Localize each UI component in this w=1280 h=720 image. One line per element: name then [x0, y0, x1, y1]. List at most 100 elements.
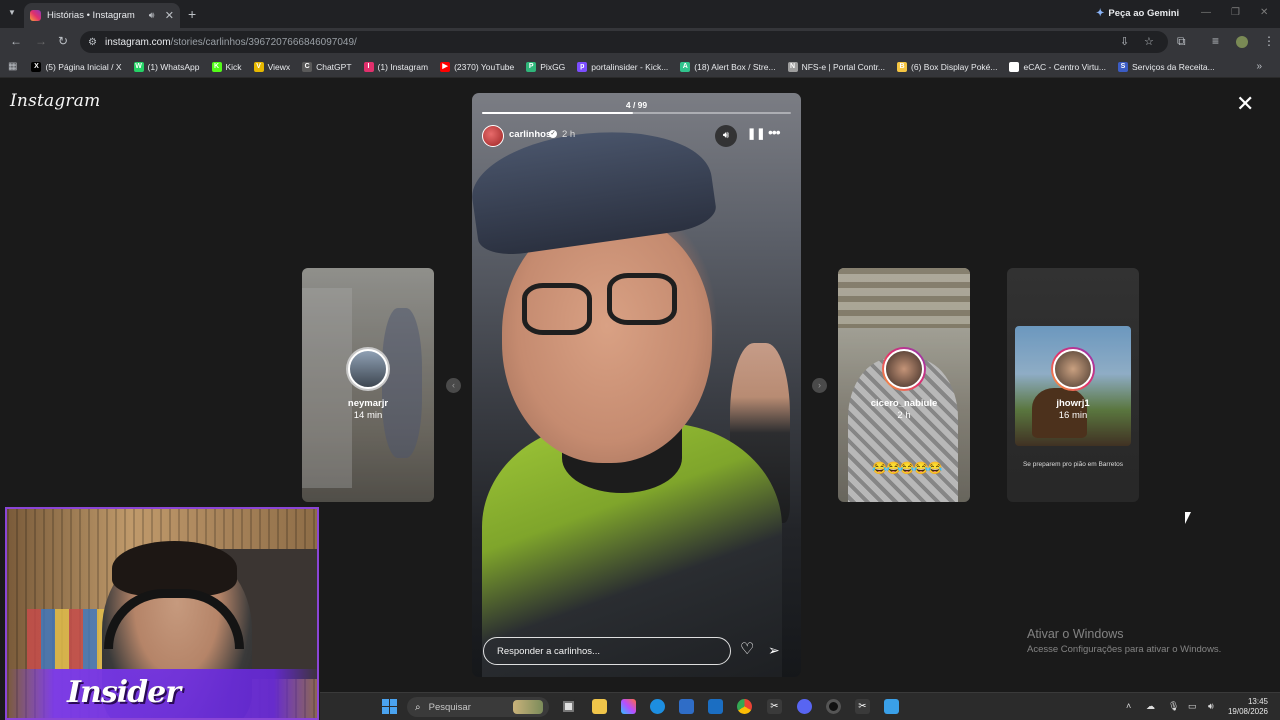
url-host: instagram.com — [104, 36, 171, 48]
laughing-emoji-row-icon: 😂😂😂😂😂 — [872, 461, 943, 475]
address-bar[interactable]: ⚙ instagram.com /stories/carlinhos/39672… — [80, 31, 1168, 53]
chrome-menu-icon[interactable]: ⋮ — [1263, 34, 1275, 48]
capcut-icon[interactable]: ✂ — [767, 699, 782, 714]
install-app-icon[interactable]: ⇩ — [1120, 35, 1129, 48]
portalinsider-icon: p — [577, 61, 588, 72]
tab-search-icon[interactable]: ▼ — [8, 8, 16, 17]
close-stories-button[interactable]: ✕ — [1236, 93, 1254, 115]
tray-overflow-icon[interactable]: ˄ — [1126, 701, 1131, 711]
task-view-icon[interactable] — [561, 699, 576, 714]
bookmark-12[interactable]: e eCAC - Centro Virtu... — [1009, 61, 1106, 72]
obs-icon[interactable] — [826, 699, 841, 714]
bookmark-label: (6) Box Display Poké... — [911, 61, 998, 72]
overlay-logo-text: Insider — [67, 675, 181, 710]
taskbar-clock[interactable]: 13:45 19/08/2026 — [1222, 697, 1268, 717]
restore-icon[interactable]: ❐ — [1231, 7, 1240, 18]
more-bookmarks-icon[interactable]: » — [1256, 61, 1262, 72]
file-explorer-icon[interactable] — [592, 699, 607, 714]
back-icon[interactable]: ← — [10, 34, 22, 48]
bookmark-0[interactable]: X (5) Página Inicial / X — [31, 61, 122, 72]
side-story-neymarjr[interactable]: neymarjr 14 min — [302, 268, 434, 502]
bookmark-9[interactable]: A (18) Alert Box / Stre... — [680, 61, 776, 72]
site-info-icon[interactable]: ⚙ — [88, 37, 97, 48]
x-icon: X — [31, 61, 42, 72]
window-close-icon[interactable]: ✕ — [1260, 7, 1268, 18]
bookmark-8[interactable]: p portalinsider - Kick... — [577, 61, 669, 72]
outlook-icon[interactable] — [708, 699, 723, 714]
bookmark-label: NFS-e | Portal Contr... — [801, 61, 886, 72]
audio-toggle-icon[interactable]: 🔊︎ — [715, 125, 737, 147]
search-highlight-icon — [513, 700, 543, 714]
streamer-hair — [112, 541, 237, 596]
capcut-alt-icon[interactable]: ✂ — [855, 699, 870, 714]
collectibles-decor — [27, 609, 107, 669]
windows-taskbar: ⌕ Pesquisar ✂ ✂ ˄ ☁ 🎙︎ ▭ 🔊︎ 13:45 19/08/… — [320, 692, 1280, 720]
bookmark-4[interactable]: C ChatGPT — [302, 61, 352, 72]
gemini-button[interactable]: ✦ Peça ao Gemini — [1096, 8, 1179, 19]
nfse-icon: N — [787, 61, 798, 72]
copilot-icon[interactable] — [621, 699, 636, 714]
instagram-logo[interactable]: Instagram — [10, 91, 100, 111]
profile-avatar[interactable] — [1236, 36, 1248, 48]
story-author-name[interactable]: carlinhos — [509, 129, 551, 140]
windows-start-icon[interactable] — [382, 699, 397, 714]
chatgpt-icon: C — [302, 61, 313, 72]
new-tab-button[interactable]: + — [188, 6, 196, 22]
like-heart-icon[interactable]: ♡ — [740, 642, 754, 658]
apps-grid-icon[interactable]: ▦ — [8, 61, 17, 72]
bookmark-1[interactable]: W (1) WhatsApp — [133, 61, 200, 72]
edge-icon[interactable] — [650, 699, 665, 714]
previous-story-icon[interactable]: ‹ — [446, 378, 461, 393]
bookmark-13[interactable]: S Serviços da Receita... — [1118, 61, 1215, 72]
bookmark-2[interactable]: K Kick — [211, 61, 242, 72]
more-options-icon[interactable]: ••• — [768, 124, 781, 140]
bookmark-11[interactable]: B (6) Box Display Poké... — [897, 61, 998, 72]
side-story-jhowrj1[interactable]: jhowrj1 16 min Se preparem pro pião em B… — [1007, 268, 1139, 502]
microphone-tray-icon[interactable]: 🎙︎ — [1168, 701, 1179, 712]
side-story-cicero[interactable]: cicero_nabiule 2 h 😂😂😂😂😂 — [838, 268, 970, 502]
volume-tray-icon[interactable]: 🔊︎ — [1208, 701, 1214, 712]
bookmark-3[interactable]: V Viewx — [253, 61, 290, 72]
taskbar-search-placeholder: Pesquisar — [428, 701, 471, 713]
tab-close-icon[interactable]: ✕ — [165, 9, 174, 22]
bookmark-star-icon[interactable]: ☆ — [1144, 35, 1154, 48]
bookmark-10[interactable]: N NFS-e | Portal Contr... — [787, 61, 886, 72]
bookmark-7[interactable]: P PixGG — [526, 61, 565, 72]
windows-activation-subtitle: Acesse Configurações para ativar o Windo… — [1027, 644, 1222, 655]
side-story-username: jhowrj1 — [1056, 398, 1090, 409]
forward-icon[interactable]: → — [35, 34, 47, 48]
browser-tab-strip: ▼ Histórias • Instagram 🔊︎ ✕ + ✦ Peça ao… — [0, 0, 1280, 28]
story-author-avatar[interactable] — [482, 125, 504, 147]
taskbar-search[interactable]: ⌕ Pesquisar — [407, 697, 549, 717]
minimize-icon[interactable]: — — [1201, 7, 1211, 18]
story-photo-glasses — [522, 283, 592, 335]
discord-icon[interactable] — [797, 699, 812, 714]
instagram-icon: I — [363, 61, 374, 72]
tab-instagram-stories[interactable]: Histórias • Instagram 🔊︎ ✕ — [24, 3, 180, 28]
side-story-time: 16 min — [1058, 410, 1088, 421]
tab-title: Histórias • Instagram — [47, 10, 135, 21]
store-icon[interactable] — [679, 699, 694, 714]
chrome-icon[interactable] — [737, 699, 752, 714]
bookmark-5[interactable]: I (1) Instagram — [363, 61, 428, 72]
bookmark-label: (18) Alert Box / Stre... — [694, 61, 776, 72]
pause-icon[interactable]: ❚❚ — [747, 127, 765, 140]
bookmark-label: Serviços da Receita... — [1132, 61, 1215, 72]
bookmark-label: portalinsider - Kick... — [591, 61, 669, 72]
story-avatar — [1051, 347, 1095, 391]
reply-input[interactable]: Responder a carlinhos... — [483, 637, 731, 665]
bookmark-6[interactable]: ▶ (2370) YouTube — [440, 61, 514, 72]
next-story-icon[interactable]: › — [812, 378, 827, 393]
network-tray-icon[interactable]: ☁ — [1146, 701, 1155, 712]
side-story-username: cicero_nabiule — [870, 398, 938, 409]
display-tray-icon[interactable]: ▭ — [1188, 701, 1197, 712]
kick-icon: K — [211, 61, 222, 72]
tab-audio-icon[interactable]: 🔊︎ — [149, 10, 159, 21]
main-story-viewer[interactable]: 4 / 99 carlinhos ✓ 2 h 🔊︎ ❚❚ ••• Respond… — [472, 93, 801, 677]
extensions-icon[interactable]: ⧉ — [1177, 34, 1186, 49]
send-direct-icon[interactable]: ➢ — [768, 642, 780, 658]
media-control-icon[interactable]: ≡ — [1212, 34, 1219, 48]
reload-icon[interactable]: ↻ — [58, 34, 68, 48]
app-icon[interactable] — [884, 699, 899, 714]
story-timestamp: 2 h — [562, 129, 576, 140]
